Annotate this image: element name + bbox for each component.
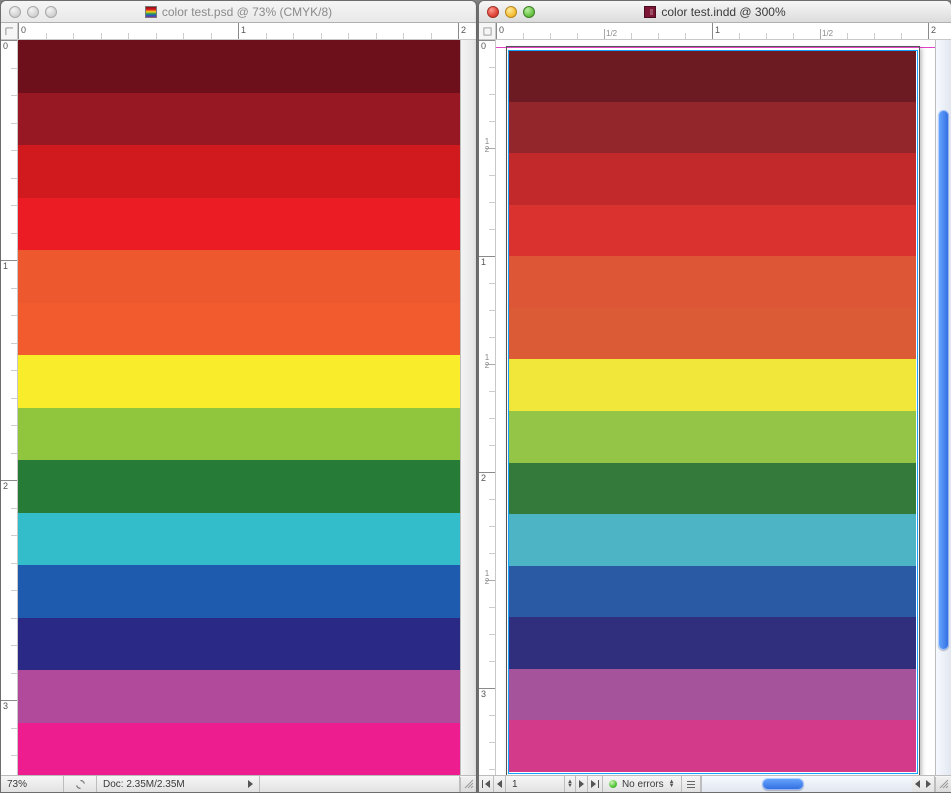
document-icon	[145, 6, 157, 18]
close-button[interactable]	[9, 6, 21, 18]
horizontal-scrollbar[interactable]	[701, 776, 912, 792]
page-dropdown[interactable]: ▲▼	[565, 776, 576, 792]
color-swatch	[18, 303, 460, 356]
color-swatch	[18, 460, 460, 513]
disclosure-icon	[248, 780, 253, 788]
document-canvas[interactable]	[496, 40, 935, 775]
titlebar[interactable]: color test.psd @ 73% (CMYK/8)	[1, 1, 476, 23]
color-swatch	[18, 198, 460, 251]
color-swatch	[18, 723, 460, 776]
zoom-button[interactable]	[523, 6, 535, 18]
color-swatch	[18, 670, 460, 723]
window-title: color test.psd @ 73% (CMYK/8)	[162, 5, 332, 19]
page-field[interactable]: 1	[506, 776, 565, 792]
color-swatch	[508, 669, 916, 721]
scrollbar-thumb[interactable]	[938, 110, 949, 650]
ruler-strip: 01/211/22	[479, 23, 951, 40]
titlebar[interactable]: color test.indd @ 300%	[479, 1, 951, 23]
vertical-scrollbar[interactable]	[935, 40, 951, 775]
vertical-ruler[interactable]: 0123	[1, 40, 18, 775]
color-swatch	[18, 565, 460, 618]
margin-guide	[496, 47, 935, 48]
resize-handle[interactable]	[935, 777, 951, 792]
horizontal-scrollbar[interactable]	[260, 776, 460, 792]
color-swatch	[508, 463, 916, 515]
prev-page-button[interactable]	[494, 776, 506, 792]
document-icon	[644, 6, 656, 18]
horizontal-ruler[interactable]: 01/211/22	[496, 23, 951, 39]
color-swatch	[508, 205, 916, 257]
color-swatch	[18, 355, 460, 408]
color-swatch	[508, 256, 916, 308]
vertical-scrollbar[interactable]	[460, 40, 476, 775]
first-page-button[interactable]	[479, 776, 494, 792]
preflight-menu[interactable]	[682, 776, 701, 792]
color-swatch	[508, 359, 916, 411]
indesign-window: color test.indd @ 300% 01/211/22 0121122…	[478, 0, 951, 793]
color-swatch	[508, 411, 916, 463]
traffic-lights	[1, 6, 57, 18]
last-page-button[interactable]	[588, 776, 603, 792]
document-canvas[interactable]	[18, 40, 460, 775]
color-swatch	[508, 514, 916, 566]
status-bar: 1 ▲▼ No errors ▲▼	[479, 775, 951, 792]
horizontal-ruler[interactable]: 012	[18, 23, 476, 39]
status-bar: 73% Doc: 2.35M/2.35M	[1, 775, 476, 792]
color-swatch	[508, 617, 916, 669]
window-title: color test.indd @ 300%	[661, 5, 785, 19]
scroll-left-button[interactable]	[912, 776, 923, 792]
color-swatch	[18, 250, 460, 303]
scrollbar-thumb[interactable]	[762, 778, 804, 790]
scroll-right-button[interactable]	[923, 776, 935, 792]
close-button[interactable]	[487, 6, 499, 18]
color-swatch	[508, 50, 916, 102]
traffic-lights	[479, 6, 535, 18]
color-swatch	[508, 566, 916, 618]
color-swatch	[508, 308, 916, 360]
ruler-origin[interactable]	[479, 23, 496, 39]
doc-info[interactable]: Doc: 2.35M/2.35M	[97, 776, 260, 792]
dropdown-icon: ▲▼	[669, 780, 675, 788]
color-swatch	[508, 720, 916, 772]
ruler-origin[interactable]	[1, 23, 18, 39]
color-swatch	[18, 408, 460, 461]
sync-icon[interactable]	[64, 776, 97, 792]
color-swatch	[18, 618, 460, 671]
preflight-ok-icon	[609, 780, 617, 788]
photoshop-window: color test.psd @ 73% (CMYK/8) 012 0123 7…	[0, 0, 477, 793]
color-swatch	[18, 145, 460, 198]
color-swatch	[508, 153, 916, 205]
color-swatch	[508, 102, 916, 154]
preflight-status[interactable]: No errors ▲▼	[603, 776, 682, 792]
resize-handle[interactable]	[460, 777, 476, 792]
zoom-level[interactable]: 73%	[1, 776, 64, 792]
ruler-strip: 012	[1, 23, 476, 40]
color-swatch	[18, 513, 460, 566]
next-page-button[interactable]	[576, 776, 588, 792]
minimize-button[interactable]	[505, 6, 517, 18]
color-swatch	[18, 93, 460, 146]
color-swatch	[18, 40, 460, 93]
zoom-button[interactable]	[45, 6, 57, 18]
minimize-button[interactable]	[27, 6, 39, 18]
vertical-ruler[interactable]: 0121122123	[479, 40, 496, 775]
